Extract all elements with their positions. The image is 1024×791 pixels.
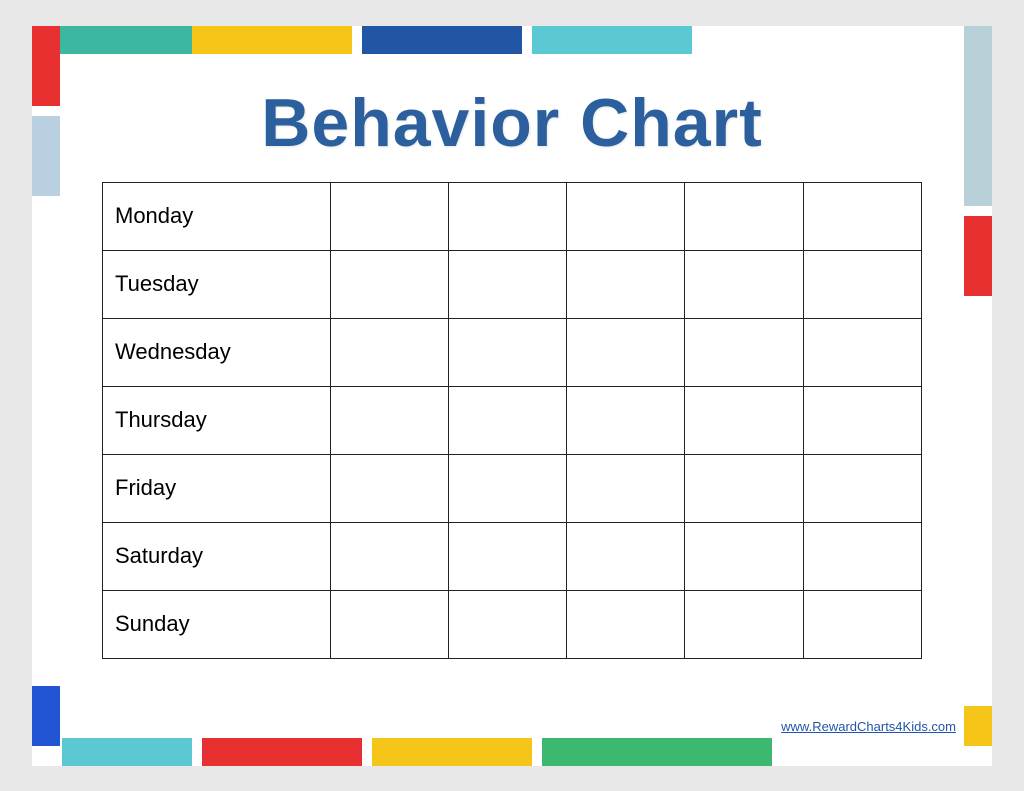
cell (567, 182, 685, 250)
day-label-saturday: Saturday (103, 522, 331, 590)
table-row: Sunday (103, 590, 922, 658)
cell (803, 454, 921, 522)
cell (330, 182, 448, 250)
table-row: Thursday (103, 386, 922, 454)
cell (803, 250, 921, 318)
table-row: Monday (103, 182, 922, 250)
border-top (32, 26, 992, 54)
cell (685, 522, 803, 590)
border-left (32, 26, 60, 766)
page: Behavior Chart Monday Tuesday (32, 26, 992, 766)
cell (448, 386, 566, 454)
cell (567, 590, 685, 658)
cell (685, 318, 803, 386)
chart-title: Behavior Chart (261, 84, 762, 162)
table-row: Tuesday (103, 250, 922, 318)
day-label-monday: Monday (103, 182, 331, 250)
cell (685, 590, 803, 658)
cell (685, 182, 803, 250)
cell (448, 590, 566, 658)
cell (330, 250, 448, 318)
cell (330, 318, 448, 386)
cell (685, 386, 803, 454)
cell (567, 454, 685, 522)
day-label-wednesday: Wednesday (103, 318, 331, 386)
main-content: Behavior Chart Monday Tuesday (60, 54, 964, 738)
website-link[interactable]: www.RewardCharts4Kids.com (781, 719, 956, 734)
cell (685, 454, 803, 522)
day-label-sunday: Sunday (103, 590, 331, 658)
cell (448, 522, 566, 590)
cell (330, 590, 448, 658)
day-label-thursday: Thursday (103, 386, 331, 454)
cell (567, 318, 685, 386)
table-row: Friday (103, 454, 922, 522)
cell (448, 454, 566, 522)
cell (567, 522, 685, 590)
cell (330, 522, 448, 590)
cell (803, 182, 921, 250)
cell (567, 386, 685, 454)
cell (803, 386, 921, 454)
cell (448, 318, 566, 386)
border-right (964, 26, 992, 766)
cell (330, 454, 448, 522)
cell (448, 250, 566, 318)
day-label-tuesday: Tuesday (103, 250, 331, 318)
cell (567, 250, 685, 318)
day-label-friday: Friday (103, 454, 331, 522)
border-bottom (32, 738, 992, 766)
cell (803, 318, 921, 386)
cell (448, 182, 566, 250)
behavior-table: Monday Tuesday Wednesday (102, 182, 922, 659)
cell (330, 386, 448, 454)
cell (803, 590, 921, 658)
table-row: Saturday (103, 522, 922, 590)
cell (685, 250, 803, 318)
table-row: Wednesday (103, 318, 922, 386)
cell (803, 522, 921, 590)
